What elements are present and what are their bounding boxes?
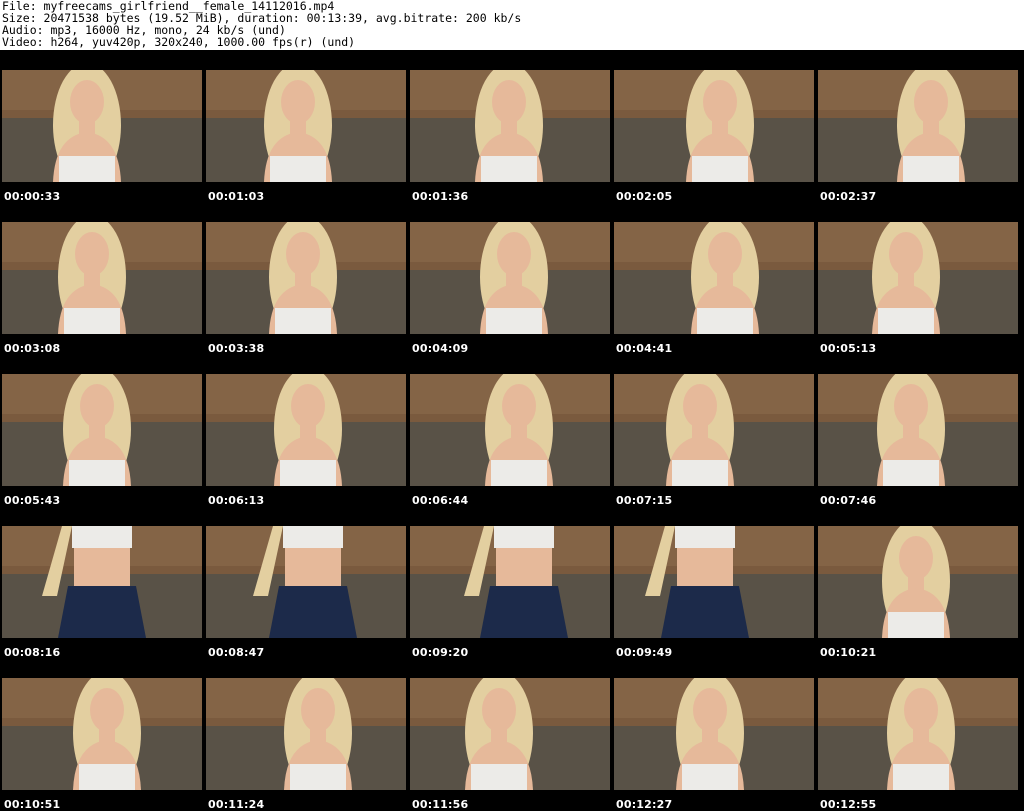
timestamp-label: 00:10:51 xyxy=(4,798,61,811)
timestamp-label: 00:08:16 xyxy=(4,646,61,659)
timestamp-label: 00:09:49 xyxy=(616,646,673,659)
video-frame-thumbnail xyxy=(614,526,814,638)
video-frame-thumbnail xyxy=(410,526,610,638)
timestamp-label: 00:07:46 xyxy=(820,494,877,507)
thumbnail-cell[interactable]: 00:08:47 xyxy=(204,526,406,678)
thumbnail-cell[interactable]: 00:09:49 xyxy=(612,526,814,678)
timestamp-label: 00:03:38 xyxy=(208,342,265,355)
video-frame-thumbnail xyxy=(2,678,202,790)
video-frame-thumbnail xyxy=(818,222,1018,334)
video-frame-thumbnail xyxy=(818,70,1018,182)
video-frame-thumbnail xyxy=(2,526,202,638)
timestamp-label: 00:11:24 xyxy=(208,798,265,811)
video-frame-thumbnail xyxy=(614,678,814,790)
timestamp-label: 00:05:13 xyxy=(820,342,877,355)
video-frame-thumbnail xyxy=(614,374,814,486)
timestamp-label: 00:07:15 xyxy=(616,494,673,507)
thumbnail-cell[interactable]: 00:11:24 xyxy=(204,678,406,811)
video-info-line: Video: h264, yuv420p, 320x240, 1000.00 f… xyxy=(2,35,356,49)
video-frame-thumbnail xyxy=(410,374,610,486)
video-frame-thumbnail xyxy=(410,70,610,182)
thumbnail-cell[interactable]: 00:04:09 xyxy=(408,222,610,374)
timestamp-label: 00:01:36 xyxy=(412,190,469,203)
video-frame-thumbnail xyxy=(2,374,202,486)
video-frame-thumbnail xyxy=(206,526,406,638)
timestamp-label: 00:11:56 xyxy=(412,798,469,811)
timestamp-label: 00:12:55 xyxy=(820,798,877,811)
timestamp-label: 00:01:03 xyxy=(208,190,265,203)
video-frame-thumbnail xyxy=(2,70,202,182)
timestamp-label: 00:02:37 xyxy=(820,190,877,203)
timestamp-label: 00:06:13 xyxy=(208,494,265,507)
thumbnail-cell[interactable]: 00:01:03 xyxy=(204,70,406,222)
video-frame-thumbnail xyxy=(206,374,406,486)
video-frame-thumbnail xyxy=(614,70,814,182)
thumbnail-cell[interactable]: 00:02:05 xyxy=(612,70,814,222)
thumbnail-cell[interactable]: 00:07:46 xyxy=(816,374,1018,526)
thumbnail-cell[interactable]: 00:03:38 xyxy=(204,222,406,374)
thumbnail-cell[interactable]: 00:01:36 xyxy=(408,70,610,222)
thumbnail-cell[interactable]: 00:04:41 xyxy=(612,222,814,374)
video-frame-thumbnail xyxy=(818,374,1018,486)
timestamp-label: 00:00:33 xyxy=(4,190,61,203)
video-frame-thumbnail xyxy=(614,222,814,334)
thumbnail-cell[interactable]: 00:11:56 xyxy=(408,678,610,811)
timestamp-label: 00:03:08 xyxy=(4,342,61,355)
thumbnail-cell[interactable]: 00:02:37 xyxy=(816,70,1018,222)
thumbnail-cell[interactable]: 00:06:13 xyxy=(204,374,406,526)
timestamp-label: 00:10:21 xyxy=(820,646,877,659)
thumbnail-cell[interactable]: 00:08:16 xyxy=(0,526,202,678)
timestamp-label: 00:04:41 xyxy=(616,342,673,355)
video-frame-thumbnail xyxy=(2,222,202,334)
thumbnail-cell[interactable]: 00:10:21 xyxy=(816,526,1018,678)
timestamp-label: 00:04:09 xyxy=(412,342,469,355)
video-frame-thumbnail xyxy=(410,678,610,790)
video-frame-thumbnail xyxy=(410,222,610,334)
thumbnail-cell[interactable]: 00:10:51 xyxy=(0,678,202,811)
video-frame-thumbnail xyxy=(818,678,1018,790)
video-frame-thumbnail xyxy=(206,70,406,182)
thumbnail-cell[interactable]: 00:06:44 xyxy=(408,374,610,526)
video-frame-thumbnail xyxy=(206,222,406,334)
timestamp-label: 00:05:43 xyxy=(4,494,61,507)
thumbnail-cell[interactable]: 00:00:33 xyxy=(0,70,202,222)
timestamp-label: 00:08:47 xyxy=(208,646,265,659)
timestamp-label: 00:12:27 xyxy=(616,798,673,811)
thumbnail-cell[interactable]: 00:09:20 xyxy=(408,526,610,678)
thumbnail-cell[interactable]: 00:05:13 xyxy=(816,222,1018,374)
thumbnail-cell[interactable]: 00:12:55 xyxy=(816,678,1018,811)
thumbnail-cell[interactable]: 00:03:08 xyxy=(0,222,202,374)
thumbnail-cell[interactable]: 00:07:15 xyxy=(612,374,814,526)
video-frame-thumbnail xyxy=(206,678,406,790)
timestamp-label: 00:09:20 xyxy=(412,646,469,659)
timestamp-label: 00:02:05 xyxy=(616,190,673,203)
thumbnail-cell[interactable]: 00:05:43 xyxy=(0,374,202,526)
contact-sheet: File: myfreecams_girlfriend__female_1411… xyxy=(0,0,1024,811)
timestamp-label: 00:06:44 xyxy=(412,494,469,507)
thumbnail-cell[interactable]: 00:12:27 xyxy=(612,678,814,811)
file-info-header: File: myfreecams_girlfriend__female_1411… xyxy=(0,0,1024,50)
video-frame-thumbnail xyxy=(818,526,1018,638)
